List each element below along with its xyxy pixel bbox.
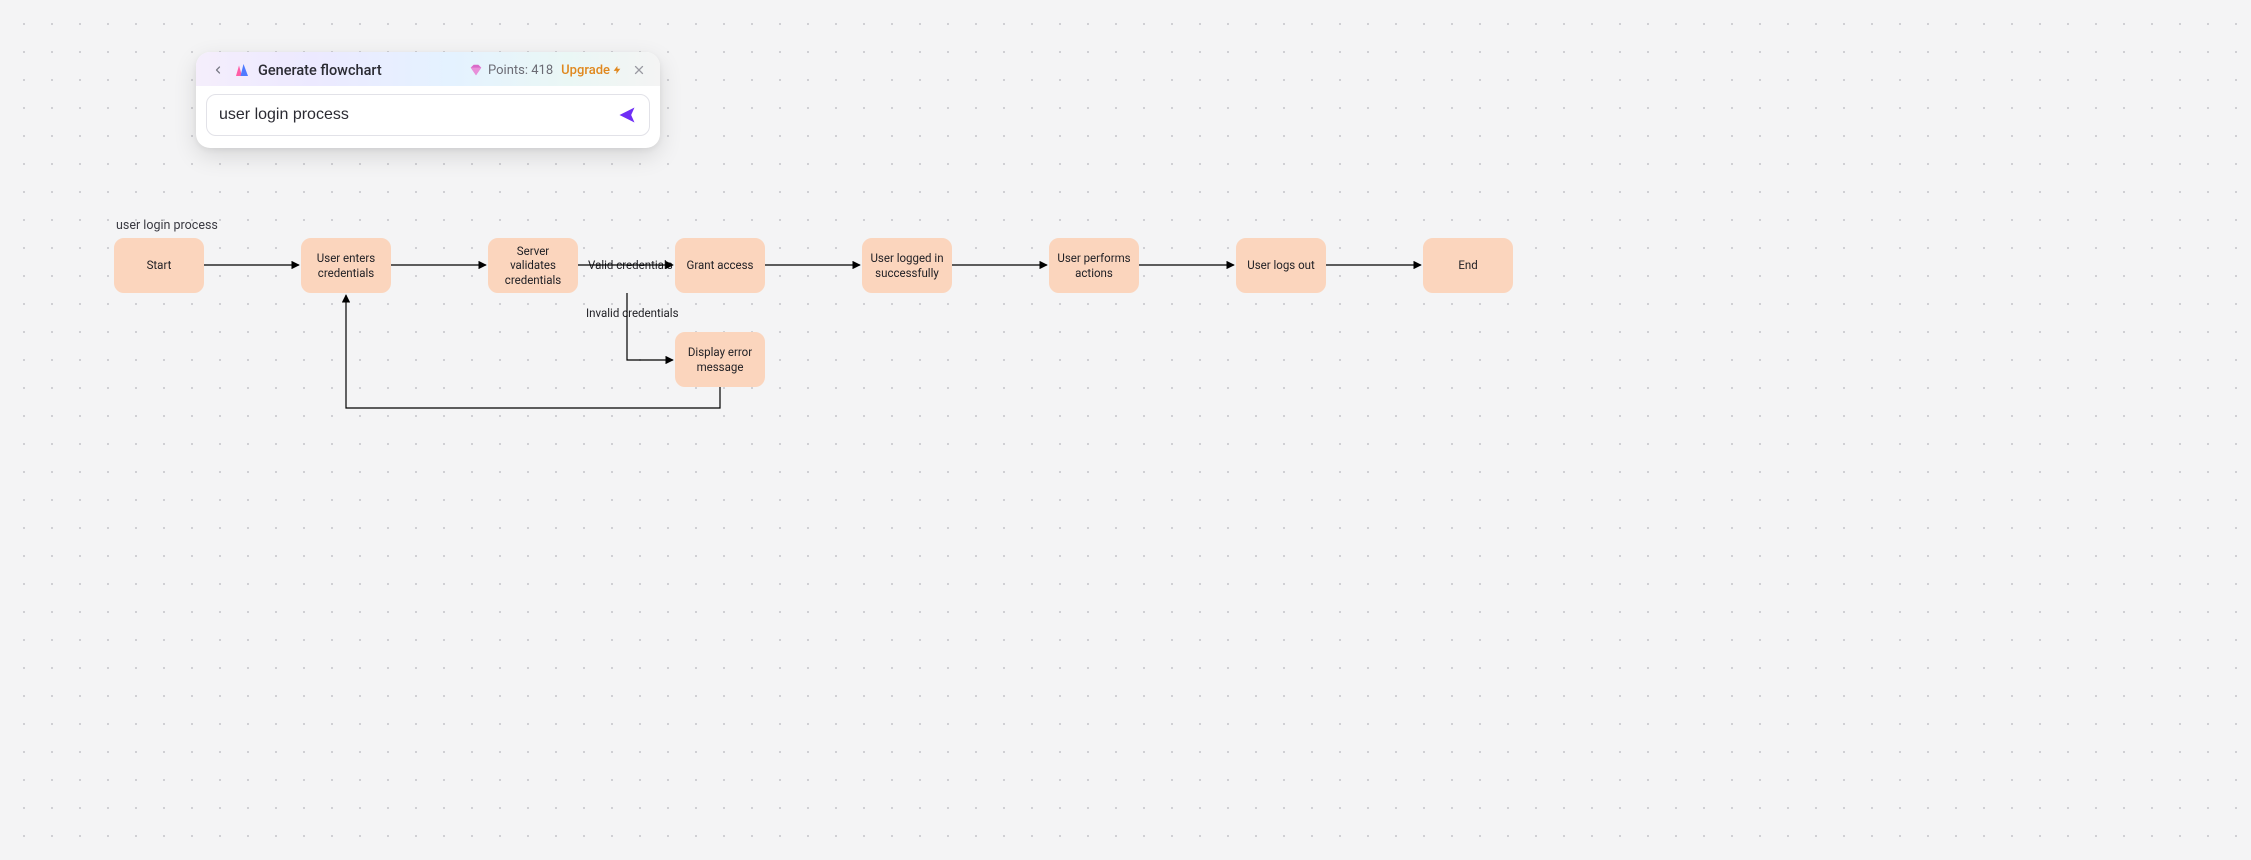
- upgrade-label: Upgrade: [561, 63, 610, 78]
- close-button[interactable]: [630, 61, 648, 79]
- node-label: User logged in successfully: [869, 251, 945, 280]
- send-icon: [617, 105, 637, 125]
- node-validate[interactable]: Server validates credentials: [488, 238, 578, 293]
- node-label: User logs out: [1247, 258, 1315, 272]
- node-label: User enters credentials: [308, 251, 384, 280]
- upgrade-button[interactable]: Upgrade: [561, 63, 622, 78]
- diagram-title: user login process: [116, 218, 218, 233]
- back-button[interactable]: [208, 60, 228, 80]
- edge-label-invalid: Invalid credentials: [586, 306, 679, 320]
- node-end[interactable]: End: [1423, 238, 1513, 293]
- panel-input-area: [196, 86, 660, 148]
- points-label: Points:: [488, 63, 528, 78]
- node-error[interactable]: Display error message: [675, 332, 765, 387]
- node-label: Grant access: [687, 258, 754, 272]
- chevron-left-icon: [212, 64, 224, 76]
- panel-title: Generate flowchart: [258, 62, 382, 79]
- points-value: 418: [531, 63, 553, 78]
- node-actions[interactable]: User performs actions: [1049, 238, 1139, 293]
- node-label: Server validates credentials: [495, 244, 571, 287]
- generate-flowchart-panel: Generate flowchart Points: 418 Upgrade: [196, 52, 660, 148]
- app-logo-icon: [232, 60, 252, 80]
- bolt-icon: [612, 64, 622, 76]
- send-button[interactable]: [615, 103, 639, 127]
- node-logout[interactable]: User logs out: [1236, 238, 1326, 293]
- gem-icon: [468, 62, 484, 78]
- node-label: End: [1458, 258, 1477, 272]
- node-start[interactable]: Start: [114, 238, 204, 293]
- panel-header: Generate flowchart Points: 418 Upgrade: [196, 52, 660, 86]
- edge-label-valid: Valid credentials: [588, 258, 673, 272]
- prompt-input[interactable]: [219, 106, 615, 124]
- prompt-input-container: [206, 94, 650, 136]
- node-grant[interactable]: Grant access: [675, 238, 765, 293]
- points-display: Points: 418: [468, 62, 553, 78]
- close-icon: [633, 64, 645, 76]
- node-loggedin[interactable]: User logged in successfully: [862, 238, 952, 293]
- node-label: User performs actions: [1056, 251, 1132, 280]
- node-enter[interactable]: User enters credentials: [301, 238, 391, 293]
- node-label: Display error message: [682, 345, 758, 374]
- node-label: Start: [147, 258, 172, 272]
